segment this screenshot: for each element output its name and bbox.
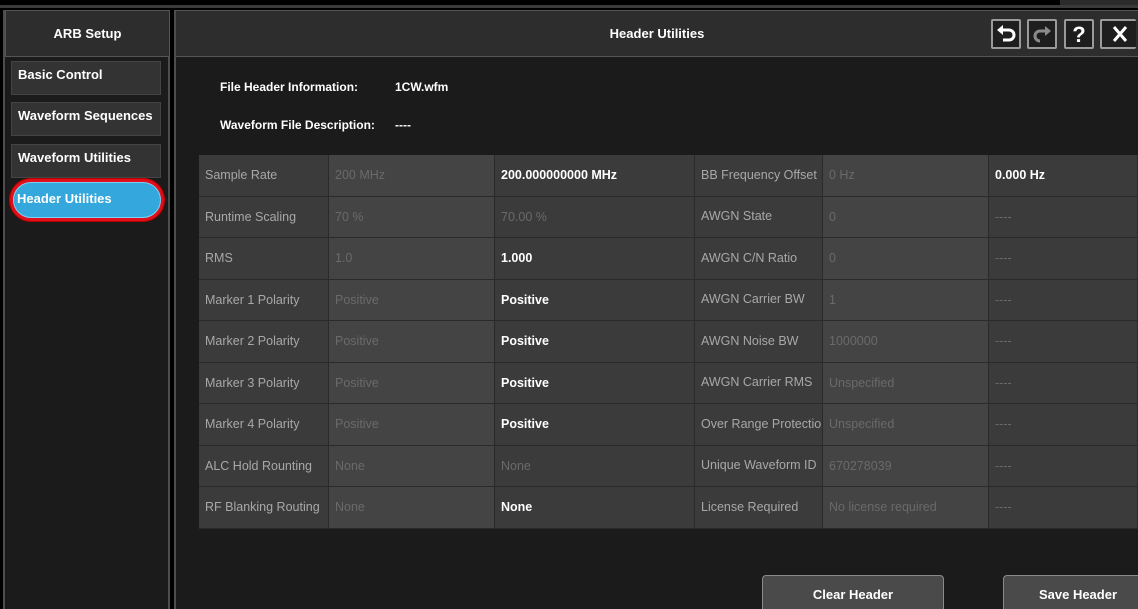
table-row-current-value: Positive bbox=[329, 404, 495, 446]
table-row-current-value: Unspecified bbox=[823, 362, 989, 404]
description-value: ---- bbox=[395, 118, 411, 132]
left-panel-title: ARB Setup bbox=[5, 10, 170, 57]
table-row-label: Marker 4 Polarity bbox=[199, 404, 329, 446]
table-row-label: ALC Hold Rounting bbox=[199, 445, 329, 487]
table-row-new-value[interactable]: ---- bbox=[989, 321, 1138, 363]
table-row-new-value[interactable]: ---- bbox=[989, 279, 1138, 321]
table-row-label: AWGN Carrier BW bbox=[695, 279, 823, 321]
left-panel bbox=[3, 10, 170, 609]
table-row-current-value: No license required bbox=[823, 487, 989, 529]
redo-icon bbox=[1033, 26, 1051, 43]
table-row-label: Over Range Protection bbox=[695, 404, 823, 446]
table-row-current-value: Unspecified bbox=[823, 404, 989, 446]
table-row-label: Marker 1 Polarity bbox=[199, 279, 329, 321]
table-row-new-value[interactable]: 200.000000000 MHz bbox=[495, 155, 695, 197]
table-row-current-value: 0 bbox=[823, 238, 989, 280]
table-row-current-value: 0 bbox=[823, 196, 989, 238]
table-row-current-value: Positive bbox=[329, 321, 495, 363]
undo-button[interactable] bbox=[991, 19, 1021, 49]
table-row-new-value[interactable]: 70.00 % bbox=[495, 196, 695, 238]
table-row-current-value: 1 bbox=[823, 279, 989, 321]
table-row-current-value: 1.0 bbox=[329, 238, 495, 280]
table-row-label: Runtime Scaling bbox=[199, 196, 329, 238]
svg-text:?: ? bbox=[1072, 22, 1085, 46]
table-row-new-value[interactable]: ---- bbox=[989, 238, 1138, 280]
table-row-new-value[interactable]: None bbox=[495, 445, 695, 487]
table-row-label: RF Blanking Routing bbox=[199, 487, 329, 529]
save-header-button[interactable]: Save Header bbox=[1003, 575, 1138, 609]
table-row-new-value[interactable]: ---- bbox=[989, 487, 1138, 529]
help-icon: ? bbox=[1072, 22, 1085, 46]
table-row-label: Sample Rate bbox=[199, 155, 329, 197]
table-row-current-value: 1000000 bbox=[823, 321, 989, 363]
redo-button[interactable] bbox=[1027, 19, 1057, 49]
window-top-border-segment bbox=[1060, 0, 1138, 5]
table-row-new-value[interactable]: ---- bbox=[989, 445, 1138, 487]
nav-waveform-sequences[interactable]: Waveform Sequences bbox=[11, 102, 161, 136]
table-row-new-value[interactable]: Positive bbox=[495, 362, 695, 404]
table-row-current-value: 200 MHz bbox=[329, 155, 495, 197]
table-row-new-value[interactable]: None bbox=[495, 487, 695, 529]
table-row-new-value[interactable]: Positive bbox=[495, 279, 695, 321]
close-icon bbox=[1112, 26, 1128, 42]
table-row-new-value[interactable]: ---- bbox=[989, 362, 1138, 404]
table-row-current-value: None bbox=[329, 487, 495, 529]
help-button[interactable]: ? bbox=[1064, 19, 1094, 49]
table-row-current-value: Positive bbox=[329, 279, 495, 321]
nav-header-utilities[interactable]: Header Utilities bbox=[13, 182, 161, 218]
table-row-label: BB Frequency Offset bbox=[695, 155, 823, 197]
table-row-new-value[interactable]: Positive bbox=[495, 321, 695, 363]
table-row-label: Marker 3 Polarity bbox=[199, 362, 329, 404]
file-header-value: 1CW.wfm bbox=[395, 80, 449, 94]
table-row-label: RMS bbox=[199, 238, 329, 280]
table-row-current-value: 670278039 bbox=[823, 445, 989, 487]
clear-header-button[interactable]: Clear Header bbox=[762, 575, 944, 609]
window-top-border bbox=[0, 5, 1138, 8]
table-row-label: Marker 2 Polarity bbox=[199, 321, 329, 363]
table-row-label: Unique Waveform ID bbox=[695, 445, 823, 487]
table-row-label: AWGN Noise BW bbox=[695, 321, 823, 363]
table-row-label: AWGN C/N Ratio bbox=[695, 238, 823, 280]
table-row-new-value[interactable]: Positive bbox=[495, 404, 695, 446]
undo-icon bbox=[997, 25, 1016, 42]
table-row-label: AWGN State bbox=[695, 196, 823, 238]
file-header-label: File Header Information: bbox=[220, 80, 359, 94]
table-row-new-value[interactable]: 0.000 Hz bbox=[989, 155, 1138, 197]
table-row-current-value: 70 % bbox=[329, 196, 495, 238]
nav-waveform-utilities[interactable]: Waveform Utilities bbox=[11, 144, 161, 178]
table-row-new-value[interactable]: ---- bbox=[989, 404, 1138, 446]
table-row-current-value: Positive bbox=[329, 362, 495, 404]
table-row-current-value: None bbox=[329, 445, 495, 487]
close-button[interactable] bbox=[1100, 19, 1136, 49]
table-row-current-value: 0 Hz bbox=[823, 155, 989, 197]
nav-basic-control[interactable]: Basic Control bbox=[11, 61, 161, 95]
table-row-label: AWGN Carrier RMS bbox=[695, 362, 823, 404]
table-row-new-value[interactable]: 1.000 bbox=[495, 238, 695, 280]
description-label: Waveform File Description: bbox=[220, 118, 375, 132]
table-row-label: License Required bbox=[695, 487, 823, 529]
table-row-new-value[interactable]: ---- bbox=[989, 196, 1138, 238]
